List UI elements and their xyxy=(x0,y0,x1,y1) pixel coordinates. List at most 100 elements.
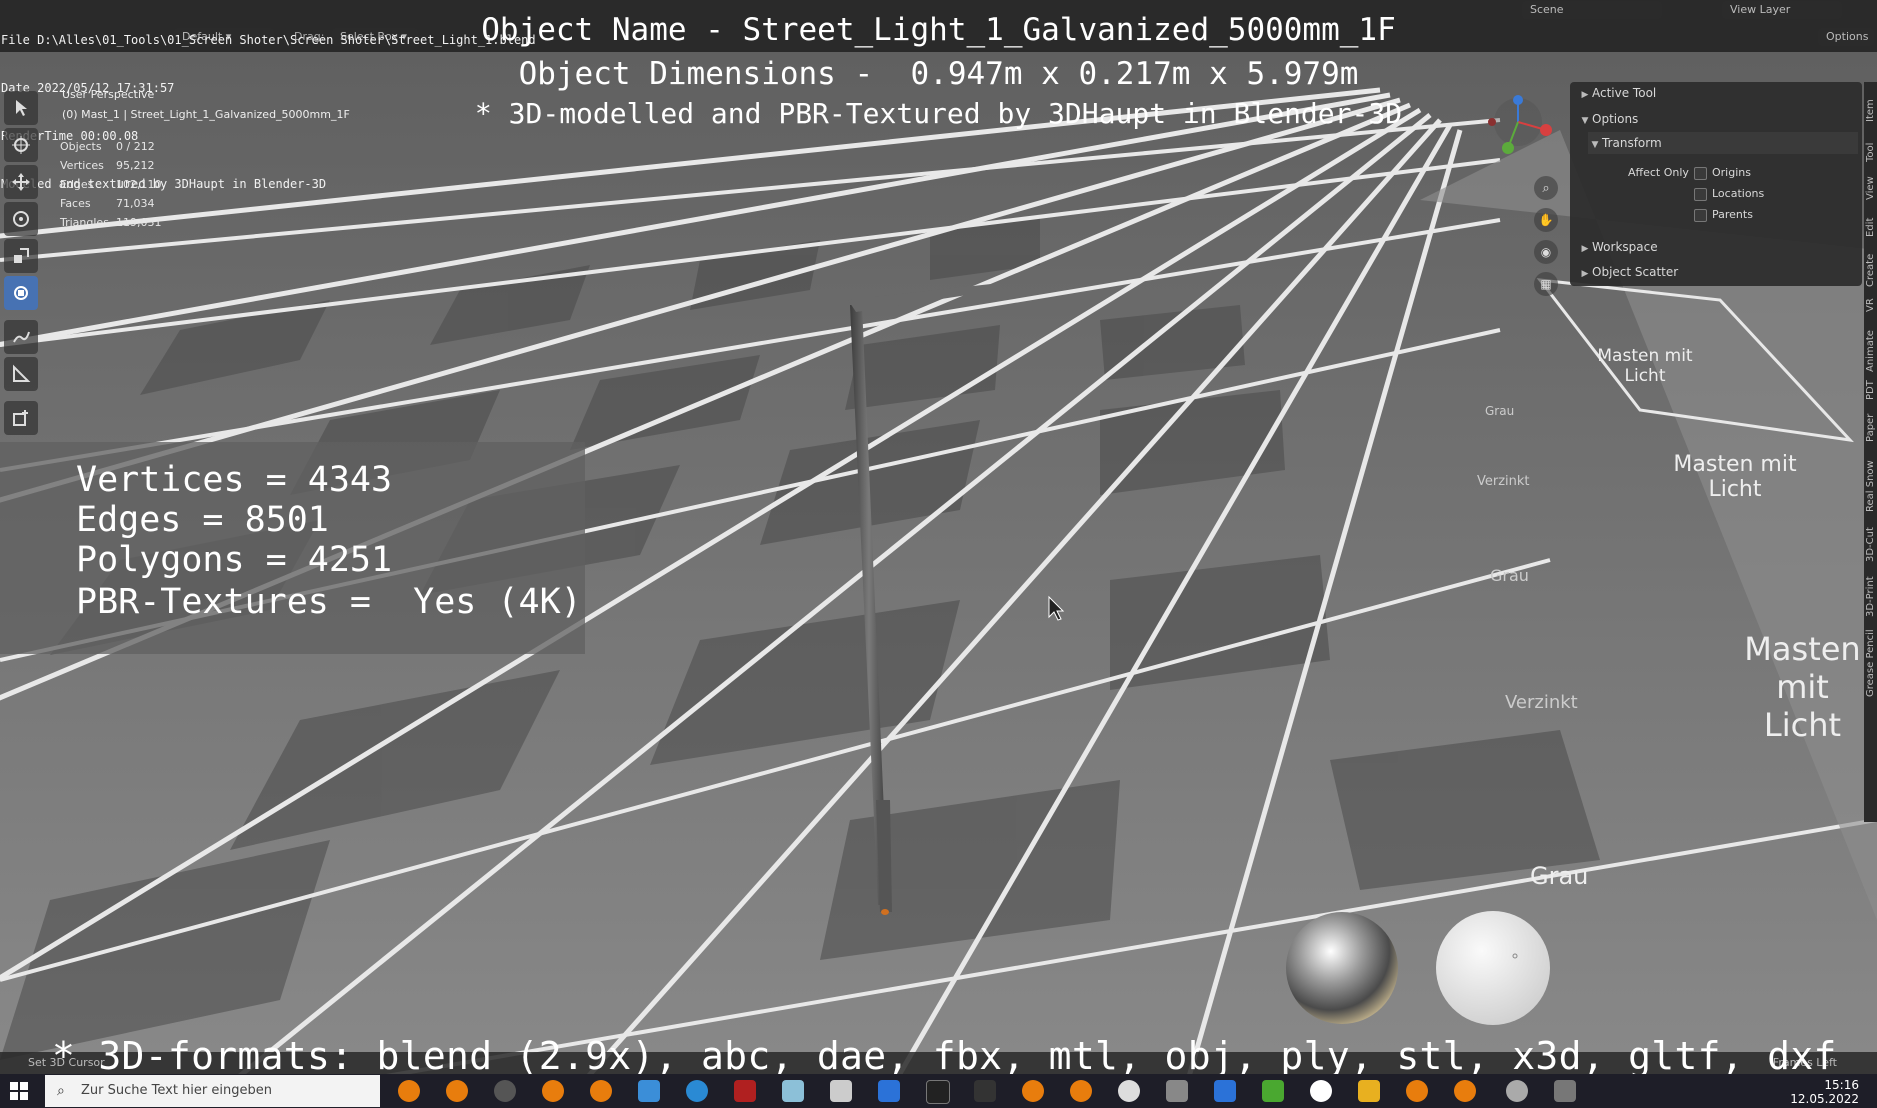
clock-time: 15:16 xyxy=(1824,1078,1859,1092)
tab-item[interactable]: Item xyxy=(1865,99,1876,122)
stat-row: Triangles 119,031 xyxy=(60,216,162,229)
file-explorer-icon[interactable] xyxy=(1358,1080,1380,1102)
blender-icon[interactable] xyxy=(398,1080,420,1102)
blender-icon[interactable] xyxy=(1406,1080,1428,1102)
rotate-icon xyxy=(13,211,29,227)
tab-animate[interactable]: Animate xyxy=(1865,330,1876,372)
camera-view-button[interactable]: ◉ xyxy=(1534,240,1558,264)
chevron-right-icon: ▶ xyxy=(1581,269,1589,279)
tab-pdt[interactable]: PDT xyxy=(1865,380,1876,400)
camera-icon: ◉ xyxy=(1540,245,1552,259)
blender-icon[interactable] xyxy=(1022,1080,1044,1102)
floor-label: Masten mit Licht xyxy=(1673,452,1797,502)
scale-tool-button[interactable] xyxy=(4,239,38,273)
edge-browser-icon[interactable] xyxy=(686,1080,708,1102)
search-placeholder: Zur Suche Text hier eingeben xyxy=(81,1083,272,1098)
chrome-sphere xyxy=(1286,912,1398,1024)
edges-count: Edges = 8501 xyxy=(76,500,329,540)
options-section[interactable]: ▼ Options xyxy=(1578,108,1639,130)
zoom-button[interactable]: ⌕ xyxy=(1534,176,1558,200)
formats-overlay: * 3D-formats: blend (2.9x), abc, dae, fb… xyxy=(52,1034,1837,1078)
sidebar-panel: ▶ Active Tool ▼ Options ▼ Transform Affect … xyxy=(1570,82,1862,286)
tab-real-snow[interactable]: Real Snow xyxy=(1865,460,1876,512)
tab-view[interactable]: View xyxy=(1865,176,1876,200)
hand-icon: ✋ xyxy=(1538,213,1554,227)
stat-row: Vertices 95,212 xyxy=(60,159,155,172)
app-icon[interactable] xyxy=(1262,1080,1284,1102)
cube-app-icon[interactable] xyxy=(1166,1080,1188,1102)
chevron-down-icon: ▼ xyxy=(1581,116,1589,126)
transform-subsection[interactable]: ▼ Transform xyxy=(1588,132,1858,154)
cursor-tool-button[interactable] xyxy=(4,128,38,162)
calendar-icon[interactable] xyxy=(1214,1080,1236,1102)
scale-icon xyxy=(14,248,29,263)
rotate-tool-button[interactable] xyxy=(4,202,38,236)
taskbar-search-input[interactable]: ⌕ Zur Suche Text hier eingeben xyxy=(45,1075,380,1107)
x-axis-icon xyxy=(1540,124,1552,136)
cube-add-icon xyxy=(13,410,28,426)
steam-icon[interactable] xyxy=(494,1080,516,1102)
annotate-tool-button[interactable] xyxy=(4,320,38,354)
taskbar-clock[interactable]: 15:16 12.05.2022 xyxy=(1790,1078,1859,1106)
stat-row: Edges 102,110 xyxy=(60,178,162,191)
tab-3d-print[interactable]: 3D-Print xyxy=(1865,576,1876,617)
ruler-icon xyxy=(13,364,31,382)
tab-tool[interactable]: Tool xyxy=(1865,143,1876,162)
tab-create[interactable]: Create xyxy=(1865,254,1876,287)
transform-icon xyxy=(14,286,28,300)
app-icon[interactable] xyxy=(1310,1080,1332,1102)
transform-tool-button[interactable] xyxy=(4,276,38,310)
move-tool-button[interactable] xyxy=(4,165,38,199)
terminal-icon[interactable] xyxy=(926,1080,950,1104)
mesh-stats-overlay: Vertices = 4343 Edges = 8501 Polygons = … xyxy=(0,442,585,654)
scene-statistics: Objects 0 / 212 Vertices 95,212 Edges 102,1… xyxy=(60,137,162,232)
select-tool-button[interactable] xyxy=(4,91,38,125)
windows-taskbar: ⌕ Zur Suche Text hier eingeben 15:16 12.… xyxy=(0,1074,1877,1108)
object-scatter-section[interactable]: ▶ Object Scatter xyxy=(1578,261,1679,283)
white-sphere xyxy=(1436,911,1550,1025)
ortho-toggle-button[interactable]: ▦ xyxy=(1534,272,1558,296)
affect-only-label: Affect Only xyxy=(1628,166,1689,179)
locations-checkbox[interactable]: Locations xyxy=(1694,183,1764,205)
move-icon xyxy=(12,173,30,191)
parents-checkbox[interactable]: Parents xyxy=(1694,204,1753,226)
floor-label: Grau xyxy=(1485,404,1515,418)
blender-icon[interactable] xyxy=(542,1080,564,1102)
blender-icon[interactable] xyxy=(1070,1080,1092,1102)
search-icon: ⌕ xyxy=(57,1083,65,1099)
pan-button[interactable]: ✋ xyxy=(1534,208,1558,232)
object-name: Object Name - Street_Light_1_Galvanized_… xyxy=(481,12,1396,48)
app-icon[interactable] xyxy=(734,1080,756,1102)
tab-vr[interactable]: VR xyxy=(1865,298,1876,312)
settings-gear-icon[interactable] xyxy=(1506,1080,1528,1102)
measure-tool-button[interactable] xyxy=(4,357,38,391)
y-axis-icon xyxy=(1502,142,1514,154)
app-icon[interactable] xyxy=(830,1080,852,1102)
app-icon[interactable] xyxy=(974,1080,996,1102)
active-tool-section[interactable]: ▶ Active Tool xyxy=(1578,82,1657,104)
tab-grease-pencil[interactable]: Grease Pencil xyxy=(1865,629,1876,697)
tab-edit[interactable]: Edit xyxy=(1865,218,1876,237)
tool-shelf xyxy=(4,88,44,438)
origins-checkbox[interactable]: Origins xyxy=(1694,162,1751,184)
blender-icon[interactable] xyxy=(1454,1080,1476,1102)
add-cube-tool-button[interactable] xyxy=(4,401,38,435)
stat-row: Objects 0 / 212 xyxy=(60,140,155,153)
cursor-icon xyxy=(16,100,27,116)
active-object-label: (0) Mast_1 | Street_Light_1_Galvanized_5… xyxy=(62,108,350,121)
app-icon[interactable] xyxy=(782,1080,804,1102)
app-icon[interactable] xyxy=(878,1080,900,1102)
app-icon[interactable] xyxy=(1118,1080,1140,1102)
chevron-right-icon: ▶ xyxy=(1581,90,1589,100)
tab-3d-cut[interactable]: 3D-Cut xyxy=(1865,527,1876,562)
blender-icon[interactable] xyxy=(446,1080,468,1102)
blender-icon[interactable] xyxy=(590,1080,612,1102)
mail-icon[interactable] xyxy=(638,1080,660,1102)
crosshair-icon xyxy=(12,136,30,154)
grid-icon: ▦ xyxy=(1540,277,1552,291)
tab-paper[interactable]: Paper xyxy=(1865,414,1876,442)
windows-start-button[interactable] xyxy=(10,1082,28,1100)
floor-label: Verzinkt xyxy=(1477,474,1530,489)
app-icon[interactable] xyxy=(1554,1080,1576,1102)
workspace-section[interactable]: ▶ Workspace xyxy=(1578,236,1658,258)
